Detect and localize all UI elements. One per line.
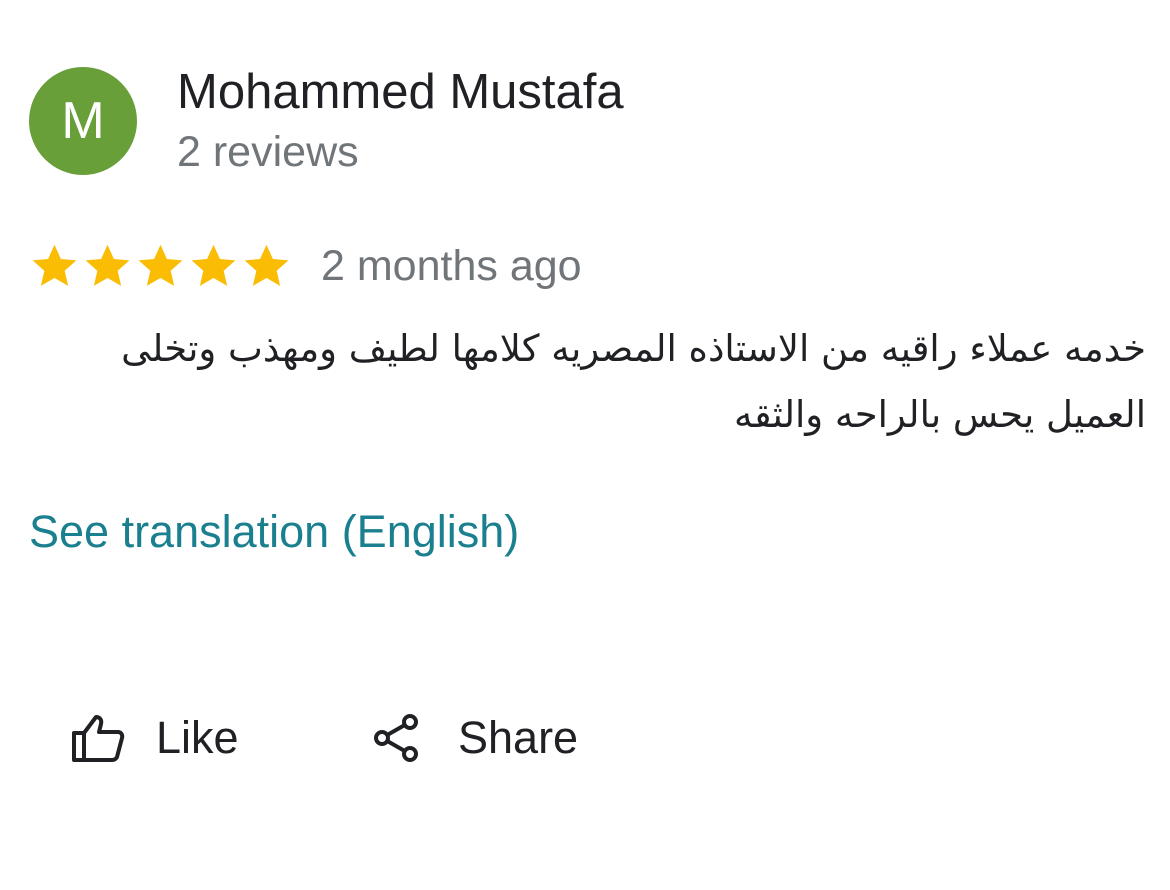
author-review-count[interactable]: 2 reviews bbox=[177, 124, 359, 180]
share-label: Share bbox=[458, 712, 579, 763]
star-icon bbox=[240, 240, 293, 292]
share-button[interactable]: Share bbox=[370, 706, 578, 770]
star-icon bbox=[187, 240, 240, 292]
rating-row: 2 months ago bbox=[28, 236, 582, 296]
avatar-initial: M bbox=[61, 92, 105, 150]
star-icon bbox=[81, 240, 134, 292]
star-rating bbox=[28, 240, 293, 292]
star-icon bbox=[134, 240, 187, 292]
author-name[interactable]: Mohammed Mustafa bbox=[177, 62, 624, 122]
like-button[interactable]: Like bbox=[70, 706, 239, 770]
review-time: 2 months ago bbox=[321, 241, 582, 290]
star-icon bbox=[28, 240, 81, 292]
review-text: خدمه عملاء راقيه من الاستاذه المصريه كلا… bbox=[121, 327, 1146, 436]
see-translation-link[interactable]: See translation (English) bbox=[29, 502, 519, 562]
like-label: Like bbox=[156, 712, 239, 763]
thumb-up-icon bbox=[70, 712, 126, 764]
avatar[interactable]: M bbox=[29, 67, 137, 175]
share-icon bbox=[370, 712, 422, 764]
review-card: M Mohammed Mustafa 2 reviews 2 months ag… bbox=[0, 0, 1170, 890]
